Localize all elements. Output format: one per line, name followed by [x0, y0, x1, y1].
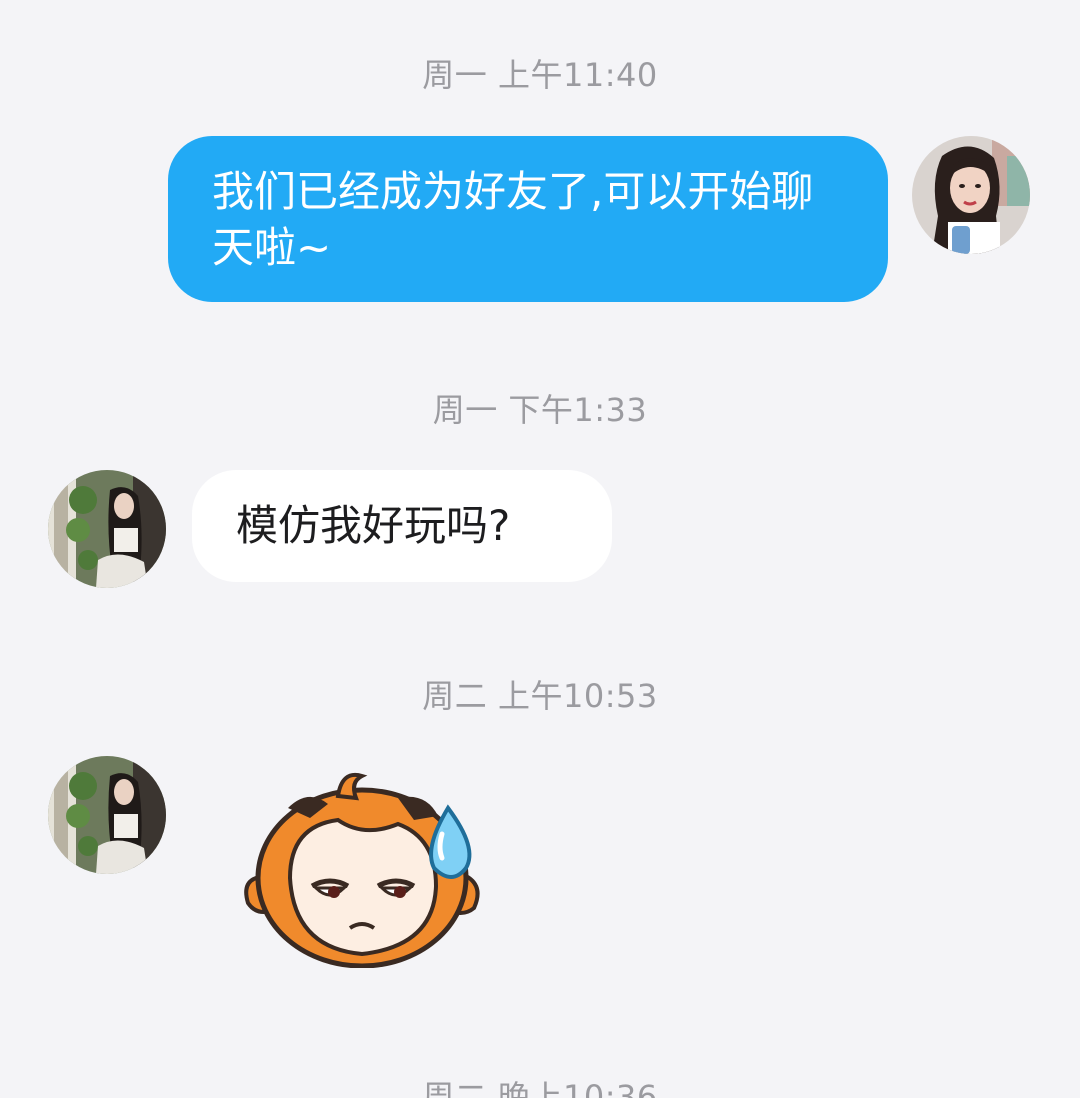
message-text: 我们已经成为好友了,可以开始聊天啦~	[212, 167, 814, 272]
message-timestamp: 周一 上午11:40	[422, 56, 658, 94]
chat-message-list[interactable]: 周一 上午11:40 我们已经成为好友了,可以开始聊天啦~ 周一 下午1:33	[0, 0, 1080, 1098]
message-timestamp: 周一 下午1:33	[432, 391, 648, 429]
message-timestamp: 周二 上午10:53	[422, 677, 658, 715]
incoming-message-bubble[interactable]: 模仿我好玩吗?	[192, 470, 612, 582]
sweating-annoyed-face-sticker[interactable]	[238, 768, 488, 969]
contact-avatar[interactable]	[48, 470, 166, 588]
message-text: 模仿我好玩吗?	[236, 501, 511, 550]
message-timestamp: 周二 晚上10:36	[422, 1078, 658, 1098]
contact-avatar[interactable]	[48, 756, 166, 874]
my-avatar[interactable]	[912, 136, 1030, 254]
outgoing-message-bubble[interactable]: 我们已经成为好友了,可以开始聊天啦~	[168, 136, 888, 302]
